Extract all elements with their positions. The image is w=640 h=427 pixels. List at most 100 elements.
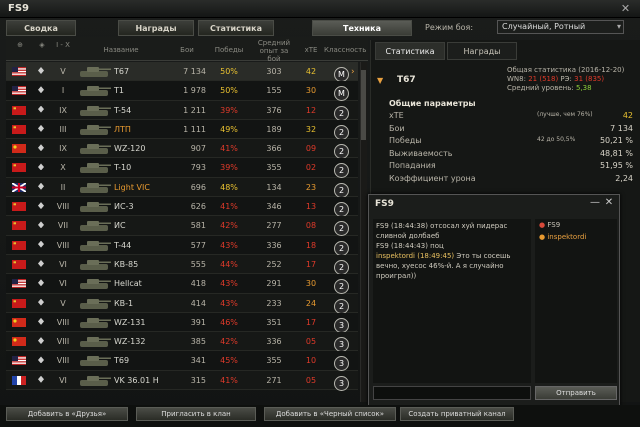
table-row[interactable]: VIII T69 341 45% 355 10 3: [6, 351, 358, 372]
tank-icon: [80, 202, 111, 213]
table-row[interactable]: VII ИС 581 42% 277 08 2: [6, 216, 358, 237]
vehicle-type-icon: [38, 298, 44, 306]
close-icon[interactable]: ✕: [619, 2, 632, 15]
vehicle-avg-xp: 376: [266, 105, 282, 115]
param-value: 48,81 %: [599, 148, 633, 158]
table-row[interactable]: VIII WZ-132 385 42% 336 05 3: [6, 332, 358, 353]
type-filter-icon[interactable]: ◈: [34, 41, 50, 49]
vehicle-xte: 12: [305, 105, 317, 115]
create-channel-button[interactable]: Создать приватный канал: [400, 407, 514, 421]
table-row[interactable]: III ЛТП 1 111 49% 189 32 2: [6, 119, 358, 140]
tab-detail-statistics[interactable]: Статистика: [375, 42, 445, 60]
table-row[interactable]: IX WZ-120 907 41% 366 09 2: [6, 139, 358, 160]
chat-input[interactable]: [373, 386, 531, 400]
vehicle-wins: 44%: [220, 259, 238, 269]
col-avg-xp[interactable]: Средний опыт за бой: [252, 39, 296, 63]
vehicle-xte: 08: [305, 221, 317, 231]
table-row[interactable]: VIII T-44 577 43% 336 18 2: [6, 235, 358, 256]
vehicle-battles: 1 211: [183, 105, 206, 115]
scrollbar-thumb[interactable]: [361, 70, 366, 140]
tab-vehicles[interactable]: Техника: [312, 20, 412, 36]
vehicle-wins: 41%: [220, 202, 238, 212]
china-flag-icon: [12, 317, 26, 327]
col-level[interactable]: I - X: [54, 41, 72, 49]
vehicle-battles: 555: [190, 259, 206, 269]
ussr-flag-icon: [12, 124, 26, 134]
mastery-badge-icon: 3: [334, 337, 349, 353]
chat-user[interactable]: ● inspektordi: [535, 231, 617, 243]
chat-text: FS9 (18:44:43) поц: [376, 242, 444, 250]
tank-icon: [80, 67, 111, 77]
vehicle-wins: 50%: [220, 86, 238, 96]
vehicle-xte: 23: [305, 182, 317, 192]
vehicle-wins: 43%: [220, 279, 238, 289]
add-friend-button[interactable]: Добавить в «Друзья»: [6, 407, 128, 421]
vehicle-name: ИС: [114, 221, 126, 231]
table-row[interactable]: V T67 7 134 50% 303 42 M: [6, 62, 358, 82]
param-name: Бои: [389, 123, 405, 133]
mastery-badge-icon: 2: [334, 163, 349, 179]
vehicle-wins: 39%: [220, 163, 238, 173]
send-button[interactable]: Отправить: [535, 386, 617, 400]
vehicle-xte: 13: [305, 202, 317, 212]
table-row[interactable]: VI КВ-85 555 44% 252 17 2: [6, 254, 358, 275]
usa-flag-icon: [12, 356, 26, 366]
add-blacklist-button[interactable]: Добавить в «Черный список»: [264, 407, 396, 421]
col-class[interactable]: Классность: [324, 46, 366, 54]
table-row[interactable]: II Light VIC 696 48% 134 23 2: [6, 177, 358, 198]
vehicle-level: VI: [59, 259, 67, 269]
table-row[interactable]: VIII WZ-131 391 46% 351 17 3: [6, 312, 358, 333]
r3-label: РЭ:: [560, 75, 572, 83]
vehicle-xte: 17: [305, 317, 317, 327]
vehicle-avg-xp: 252: [266, 259, 282, 269]
vehicle-name: ЛТП: [114, 124, 131, 134]
table-row[interactable]: VI Hellcat 418 43% 291 30 2: [6, 274, 358, 295]
chat-text: FS9 (18:44:38) отсосал хуй пидерас сливн…: [376, 222, 508, 240]
col-battles[interactable]: Бои: [168, 46, 206, 54]
vehicle-name: WZ-132: [114, 337, 146, 347]
vehicle-xte: 17: [305, 259, 317, 269]
param-name: Коэффициент урона: [389, 174, 476, 183]
minimize-icon[interactable]: —: [589, 197, 601, 209]
col-wins[interactable]: Победы: [211, 46, 247, 54]
table-row[interactable]: IX T-54 1 211 39% 376 12 2: [6, 100, 358, 121]
vehicle-level: II: [60, 182, 66, 192]
chat-message: FS9 (18:44:38) отсосал хуй пидерас сливн…: [376, 221, 528, 241]
vehicle-type-icon: [38, 279, 44, 287]
battle-mode-value: Случайный, Ротный: [502, 22, 586, 31]
vehicle-type-icon: [38, 86, 44, 94]
tab-statistics[interactable]: Статистика: [198, 20, 274, 36]
battle-mode-select[interactable]: Случайный, Ротный ▾: [497, 20, 624, 34]
rating-line: WN8: 21 (518) РЭ: 31 (835): [507, 75, 604, 83]
table-row[interactable]: VI VK 36.01 H 315 41% 271 05 3: [6, 370, 358, 391]
expand-icon[interactable]: ▼: [377, 76, 383, 85]
vehicle-battles: 7 134: [183, 67, 206, 76]
vehicle-wins: 42%: [220, 337, 238, 347]
ussr-flag-icon: [12, 298, 26, 308]
table-row[interactable]: X T-10 793 39% 355 02 2: [6, 158, 358, 179]
wn8-value: 21 (518): [528, 75, 559, 83]
avg-level-value: 5,38: [575, 84, 592, 92]
chat-user[interactable]: ● FS9: [535, 219, 617, 231]
tab-awards[interactable]: Награды: [118, 20, 194, 36]
vehicle-xte: 02: [305, 163, 317, 173]
vehicle-xte: 32: [305, 124, 317, 134]
tab-summary[interactable]: Сводка: [6, 20, 76, 36]
ussr-flag-icon: [12, 105, 26, 115]
col-name[interactable]: Название: [86, 46, 156, 54]
table-row[interactable]: VIII ИС-3 626 41% 346 13 2: [6, 197, 358, 218]
vehicle-name: КВ-85: [114, 259, 139, 269]
vehicle-type-icon: [38, 240, 44, 248]
table-row[interactable]: V КВ-1 414 43% 233 24 2: [6, 293, 358, 314]
vehicle-xte: 18: [305, 240, 317, 250]
invite-clan-button[interactable]: Пригласить в клан: [136, 407, 256, 421]
col-xte[interactable]: хТЕ: [300, 46, 322, 54]
table-row[interactable]: I T1 1 978 50% 155 30 M: [6, 81, 358, 102]
vehicle-level: VII: [57, 221, 69, 231]
tank-icon: [80, 124, 111, 135]
vehicle-type-icon: [38, 375, 44, 383]
close-icon[interactable]: ✕: [603, 197, 615, 209]
tab-detail-awards[interactable]: Награды: [447, 42, 517, 60]
nation-filter-icon[interactable]: ⊕: [12, 41, 28, 49]
vehicle-name: Hellcat: [114, 279, 142, 289]
